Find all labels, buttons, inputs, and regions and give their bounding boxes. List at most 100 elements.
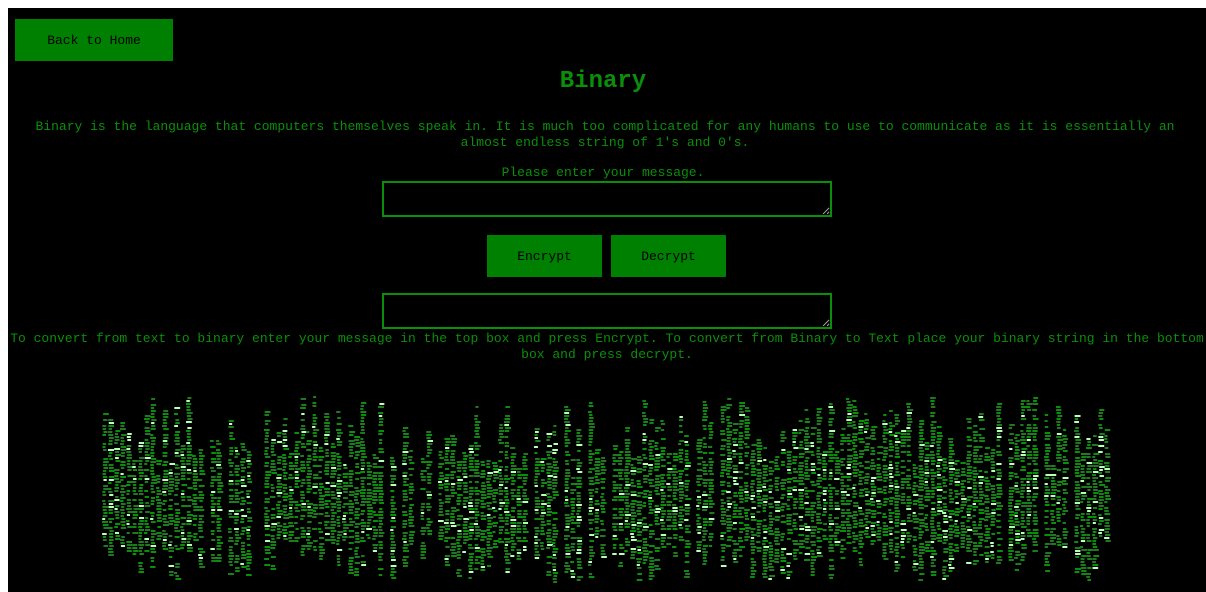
rain-glyph: [402, 523, 408, 525]
rain-glyph: [576, 429, 582, 431]
decrypt-button[interactable]: Decrypt: [611, 235, 726, 277]
rain-glyph: [588, 564, 592, 566]
rain-glyph: [312, 516, 317, 518]
rain-glyph: [900, 451, 907, 453]
rain-glyph: [570, 513, 574, 515]
rain-glyph: [804, 475, 811, 477]
rain-glyph: [282, 484, 287, 486]
rain-glyph: [210, 506, 215, 508]
rain-glyph: [480, 485, 487, 487]
rain-glyph: [481, 536, 487, 538]
back-to-home-button[interactable]: Back to Home: [15, 19, 173, 61]
rain-column: [624, 427, 632, 552]
rain-glyph: [859, 441, 865, 443]
rain-glyph: [871, 531, 877, 533]
rain-glyph: [750, 453, 756, 455]
rain-glyph: [264, 519, 270, 521]
rain-glyph: [673, 537, 678, 539]
rain-glyph: [240, 479, 245, 481]
rain-glyph: [943, 506, 948, 508]
rain-glyph: [774, 468, 780, 470]
rain-glyph: [499, 478, 504, 480]
rain-glyph: [781, 515, 785, 517]
rain-glyph: [997, 505, 1003, 507]
rain-glyph: [936, 450, 940, 452]
rain-glyph: [343, 524, 349, 526]
rain-glyph: [895, 447, 900, 449]
rain-glyph: [702, 401, 707, 403]
rain-glyph: [163, 470, 169, 472]
rain-glyph: [900, 541, 905, 543]
rain-glyph: [1074, 526, 1079, 528]
result-output[interactable]: [382, 293, 832, 329]
rain-glyph: [264, 414, 270, 416]
rain-glyph: [811, 472, 817, 474]
rain-glyph: [697, 457, 704, 459]
rain-glyph: [246, 460, 251, 462]
encrypt-button[interactable]: Encrypt: [487, 235, 602, 277]
rain-glyph: [108, 452, 113, 454]
rain-glyph: [1026, 439, 1031, 441]
rain-glyph: [552, 551, 558, 553]
rain-glyph: [468, 448, 474, 450]
rain-glyph: [973, 473, 979, 475]
rain-glyph: [679, 482, 684, 484]
rain-glyph: [288, 540, 295, 542]
rain-glyph: [954, 535, 960, 537]
rain-glyph: [1032, 538, 1037, 540]
rain-glyph: [199, 566, 206, 568]
rain-glyph: [486, 463, 490, 465]
rain-glyph: [180, 493, 185, 495]
rain-glyph: [199, 461, 204, 463]
rain-glyph: [534, 500, 541, 502]
rain-glyph: [840, 521, 847, 523]
rain-glyph: [595, 512, 599, 514]
rain-glyph: [108, 449, 114, 451]
rain-glyph: [102, 536, 107, 538]
rain-glyph: [1032, 487, 1039, 489]
rain-glyph: [762, 549, 769, 551]
rain-glyph: [450, 483, 456, 485]
rain-glyph: [762, 573, 767, 575]
rain-glyph: [1057, 499, 1062, 501]
rain-glyph: [919, 429, 924, 431]
rain-glyph: [997, 472, 1002, 474]
rain-glyph: [954, 550, 960, 552]
rain-glyph: [402, 430, 406, 432]
rain-glyph: [565, 520, 571, 522]
rain-glyph: [133, 508, 140, 510]
rain-glyph: [1033, 463, 1038, 465]
rain-glyph: [108, 467, 114, 469]
rain-glyph: [774, 552, 780, 554]
rain-glyph: [913, 551, 917, 553]
rain-glyph: [282, 457, 287, 459]
rain-glyph: [217, 500, 221, 502]
message-input[interactable]: [382, 181, 832, 217]
rain-glyph: [637, 531, 643, 533]
rain-glyph: [457, 485, 462, 487]
rain-glyph: [234, 483, 240, 485]
rain-glyph: [300, 407, 306, 409]
rain-glyph: [708, 428, 713, 430]
rain-glyph: [132, 547, 138, 549]
rain-glyph: [852, 460, 858, 462]
rain-glyph: [888, 440, 893, 442]
rain-glyph: [841, 437, 847, 439]
rain-glyph: [391, 568, 395, 570]
rain-glyph: [187, 418, 193, 420]
rain-glyph: [918, 558, 923, 560]
rain-glyph: [487, 565, 492, 567]
rain-glyph: [546, 520, 551, 522]
rain-glyph: [846, 485, 850, 487]
rain-glyph: [894, 462, 900, 464]
rain-glyph: [486, 460, 491, 462]
rain-glyph: [426, 443, 433, 445]
rain-glyph: [439, 502, 444, 504]
rain-glyph: [247, 526, 251, 528]
rain-glyph: [786, 505, 790, 507]
rain-glyph: [708, 536, 714, 538]
rain-glyph: [246, 568, 251, 570]
rain-glyph: [378, 481, 383, 483]
rain-glyph: [186, 520, 192, 522]
rain-glyph: [852, 406, 857, 408]
